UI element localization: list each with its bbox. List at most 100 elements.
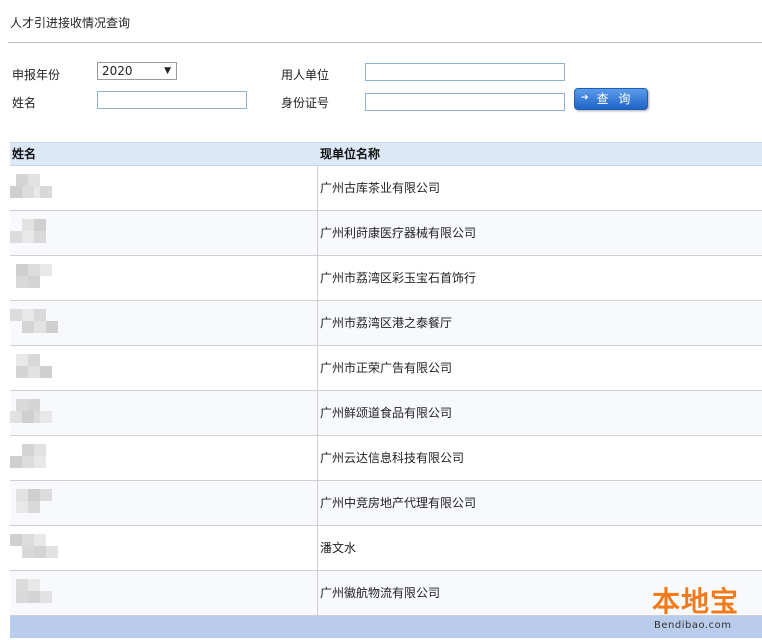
company-cell: 广州鲜颂道食品有限公司 <box>320 406 453 420</box>
redacted-name-cell <box>10 399 56 427</box>
redaction-pixel <box>22 411 34 423</box>
column-divider <box>317 481 318 525</box>
company-cell: 广州云达信息科技有限公司 <box>320 451 465 465</box>
redacted-name-cell <box>10 264 56 292</box>
table-row: 广州中竞房地产代理有限公司 <box>10 481 762 526</box>
table-row: 广州市正荣广告有限公司 <box>10 346 762 391</box>
redaction-pixel <box>22 186 34 198</box>
header-name: 姓名 <box>12 147 37 161</box>
table-row: 广州市荔湾区港之泰餐厅 <box>10 301 762 346</box>
bendibao-watermark: 本地宝 Bendibao.com <box>648 580 760 636</box>
redacted-name-cell <box>10 489 56 517</box>
table-row: 广州鲜颂道食品有限公司 <box>10 391 762 436</box>
table-row: 广州云达信息科技有限公司 <box>10 436 762 481</box>
redaction-pixel <box>16 579 28 591</box>
redaction-pixel <box>22 309 34 321</box>
redaction-pixel <box>10 411 22 423</box>
column-divider <box>317 436 318 480</box>
redaction-pixel <box>40 366 52 378</box>
redaction-pixel <box>10 534 22 546</box>
redaction-pixel <box>28 366 40 378</box>
redaction-pixel <box>28 591 40 603</box>
company-cell: 广州市荔湾区港之泰餐厅 <box>320 316 453 330</box>
redaction-pixel <box>28 399 40 411</box>
redaction-pixel <box>46 546 58 558</box>
redaction-pixel <box>22 219 34 231</box>
header-company: 现单位名称 <box>320 147 381 161</box>
redaction-pixel <box>34 309 46 321</box>
company-cell: 广州市正荣广告有限公司 <box>320 361 453 375</box>
redaction-pixel <box>16 276 28 288</box>
redaction-pixel <box>16 264 28 276</box>
redaction-pixel <box>40 186 52 198</box>
employer-input[interactable] <box>365 63 565 81</box>
redacted-name-cell <box>10 579 56 607</box>
column-divider <box>317 571 318 615</box>
redaction-pixel <box>46 321 58 333</box>
redacted-name-cell <box>10 174 56 202</box>
column-divider <box>317 301 318 345</box>
table-row: 潘文水 <box>10 526 762 571</box>
query-button-label: 查 询 <box>596 92 634 106</box>
redacted-name-cell <box>10 354 56 382</box>
query-button[interactable]: ➔ 查 询 <box>574 88 648 110</box>
redaction-pixel <box>28 579 40 591</box>
redaction-pixel <box>16 501 28 513</box>
redacted-name-cell <box>10 444 56 472</box>
redacted-name-cell <box>10 534 58 562</box>
employer-label: 用人单位 <box>281 68 330 82</box>
redaction-pixel <box>10 231 22 243</box>
redaction-pixel <box>10 309 22 321</box>
redaction-pixel <box>22 456 34 468</box>
column-divider <box>317 256 318 300</box>
watermark-logo: 本地宝 <box>652 585 740 618</box>
redaction-pixel <box>28 501 40 513</box>
name-input[interactable] <box>97 91 247 109</box>
table-body: 广州古库茶业有限公司广州利莳康医疗器械有限公司广州市荔湾区彩玉宝石首饰行广州市荔… <box>10 166 762 616</box>
company-cell: 广州利莳康医疗器械有限公司 <box>320 226 477 240</box>
redacted-name-cell <box>10 309 58 337</box>
company-cell: 潘文水 <box>320 541 357 555</box>
redaction-pixel <box>16 366 28 378</box>
query-page: 人才引进接收情况查询 申报年份 2020 ▼ 用人单位 姓名 身份证号 ➔ 查 … <box>0 0 762 640</box>
company-cell: 广州中竞房地产代理有限公司 <box>320 496 477 510</box>
name-label: 姓名 <box>12 96 37 110</box>
redaction-pixel <box>22 444 34 456</box>
table-header: 姓名 现单位名称 <box>10 142 762 166</box>
table-row: 广州市荔湾区彩玉宝石首饰行 <box>10 256 762 301</box>
redaction-pixel <box>34 534 46 546</box>
redacted-name-cell <box>10 219 56 247</box>
redaction-pixel <box>16 591 28 603</box>
redaction-pixel <box>28 489 40 501</box>
table-row: 广州古库茶业有限公司 <box>10 166 762 211</box>
title-divider <box>8 42 762 43</box>
redaction-pixel <box>40 591 52 603</box>
column-divider <box>317 391 318 435</box>
company-cell: 广州徽航物流有限公司 <box>320 586 441 600</box>
column-divider <box>317 346 318 390</box>
redaction-pixel <box>16 174 28 186</box>
year-select[interactable]: 2020 ▼ <box>97 62 177 80</box>
redaction-pixel <box>28 264 40 276</box>
column-divider <box>317 166 318 210</box>
redaction-pixel <box>34 219 46 231</box>
watermark-url: Bendibao.com <box>654 620 732 631</box>
redaction-pixel <box>40 489 52 501</box>
id-number-input[interactable] <box>365 93 565 111</box>
redaction-pixel <box>22 231 34 243</box>
redaction-pixel <box>34 546 46 558</box>
redaction-pixel <box>34 231 46 243</box>
result-table: 姓名 现单位名称 广州古库茶业有限公司广州利莳康医疗器械有限公司广州市荔湾区彩玉… <box>10 142 762 638</box>
redaction-pixel <box>28 276 40 288</box>
arrow-right-icon: ➔ <box>581 93 589 103</box>
redaction-pixel <box>28 174 40 186</box>
company-cell: 广州古库茶业有限公司 <box>320 181 441 195</box>
redaction-pixel <box>10 456 22 468</box>
redaction-pixel <box>28 354 40 366</box>
page-title: 人才引进接收情况查询 <box>10 16 131 30</box>
year-label: 申报年份 <box>12 68 61 82</box>
redaction-pixel <box>34 444 46 456</box>
redaction-pixel <box>22 546 34 558</box>
redaction-pixel <box>34 321 46 333</box>
redaction-pixel <box>10 186 22 198</box>
